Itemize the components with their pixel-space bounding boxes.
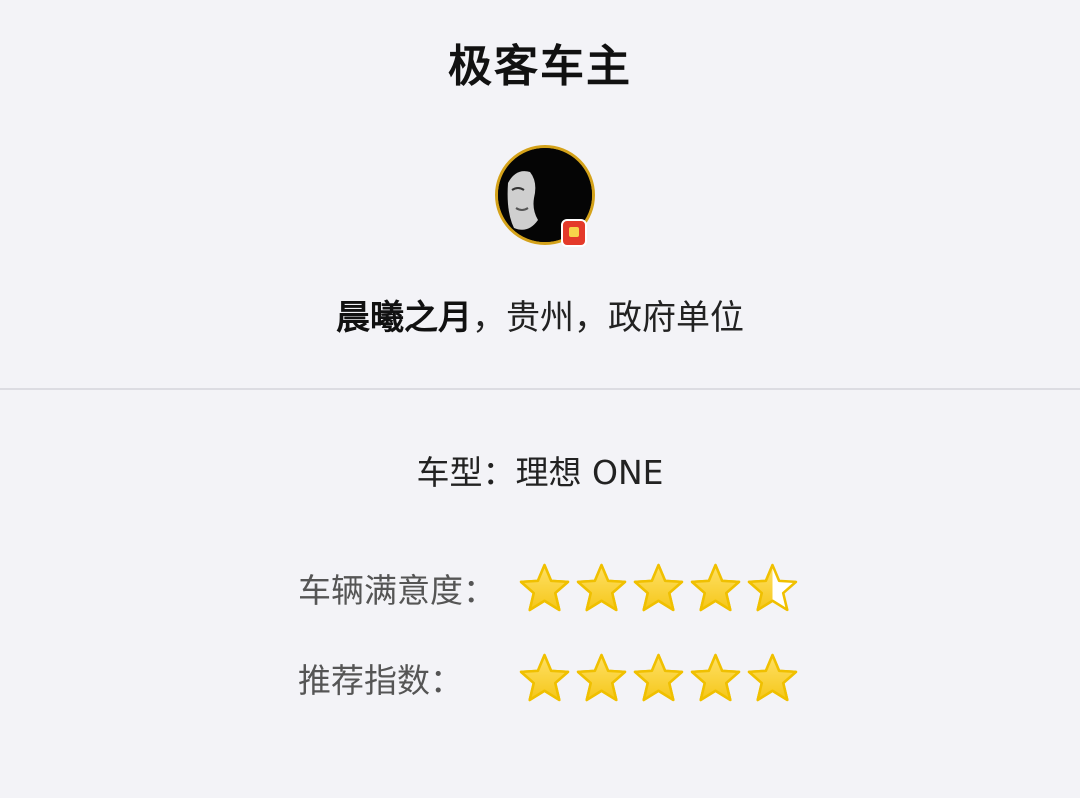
star-full-icon (518, 562, 571, 615)
star-rating (518, 652, 803, 705)
rating-label: 推荐指数： (298, 661, 463, 700)
star-full-icon (632, 562, 685, 615)
owner-occupation: 政府单位 (608, 298, 744, 338)
model-label: 车型： (416, 453, 516, 492)
owner-location: 贵州 (506, 298, 574, 338)
star-full-icon (518, 652, 571, 705)
section-divider (0, 388, 1080, 390)
model-value: 理想 ONE (515, 453, 664, 492)
rating-row-satisfaction: 车辆满意度： (298, 558, 803, 618)
separator: ， (574, 298, 608, 338)
page-title: 极客车主 (448, 41, 632, 92)
star-full-icon (689, 652, 742, 705)
vehicle-model: 车型：理想 ONE (0, 446, 1080, 494)
star-full-icon (575, 652, 628, 705)
star-full-icon (632, 652, 685, 705)
star-full-icon (575, 562, 628, 615)
owner-name: 晨曦之月 (336, 298, 472, 338)
star-full-icon (689, 562, 742, 615)
star-half-icon (746, 562, 799, 615)
owner-info: 晨曦之月，贵州，政府单位 (0, 290, 1080, 339)
rating-label: 车辆满意度： (298, 571, 496, 610)
rating-row-recommendation: 推荐指数： (298, 648, 803, 708)
avatar[interactable] (495, 145, 601, 251)
separator: ， (472, 298, 506, 338)
star-rating (518, 562, 803, 615)
certified-badge-icon (561, 219, 587, 247)
star-full-icon (746, 652, 799, 705)
